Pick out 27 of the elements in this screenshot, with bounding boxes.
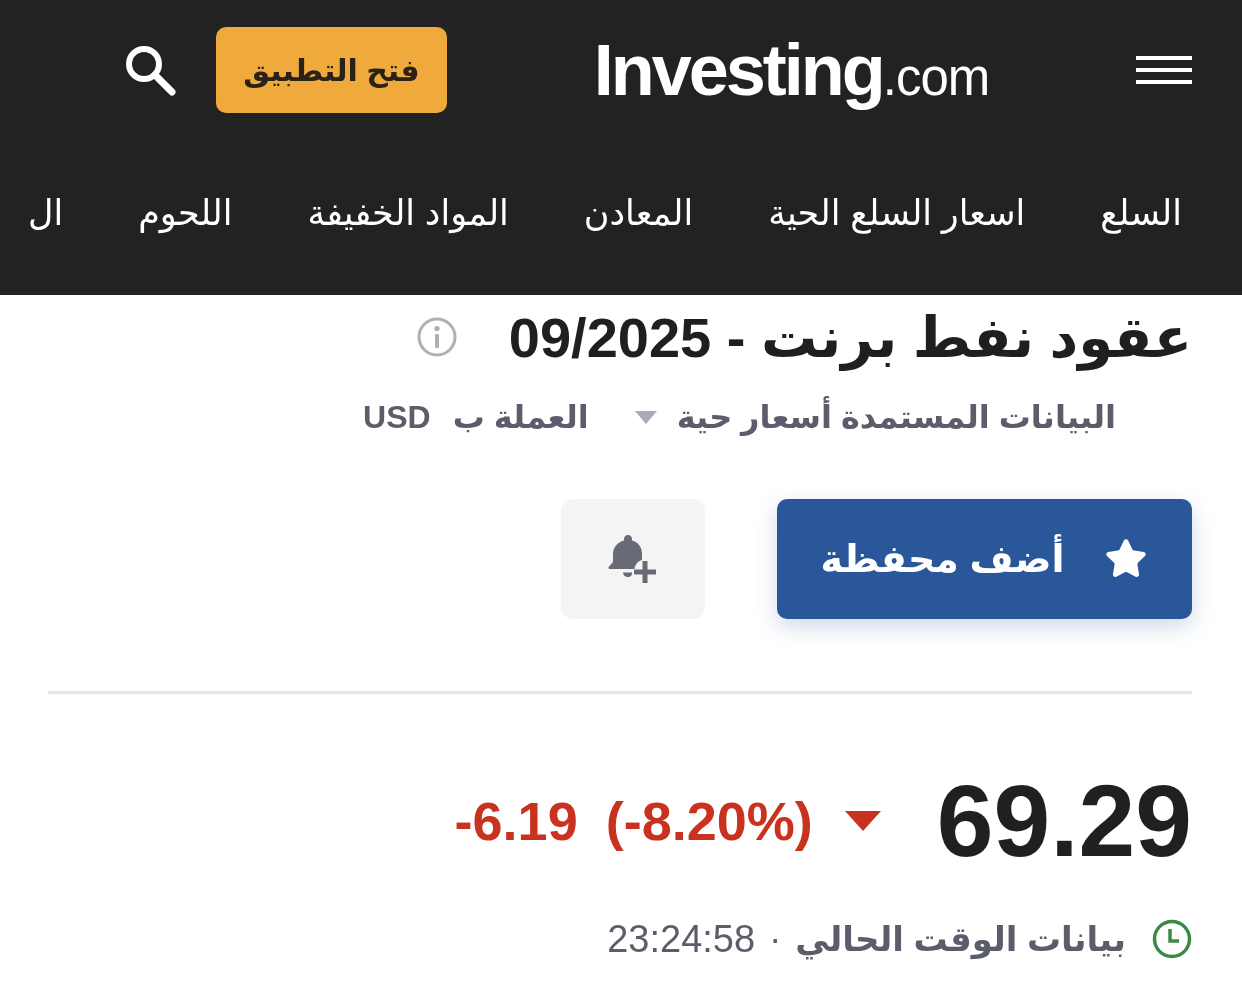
open-app-button[interactable]: فتح التطبيق xyxy=(216,27,447,113)
change-percent: (-8.20%) xyxy=(605,790,813,852)
nav-link[interactable]: ال xyxy=(28,192,64,233)
menu-button[interactable] xyxy=(1136,56,1192,84)
search-icon xyxy=(124,44,176,96)
nav-link[interactable]: اللحوم xyxy=(138,192,233,233)
nav-link[interactable]: اسعار السلع الحية xyxy=(768,192,1026,233)
logo-wordmark: Investing xyxy=(593,29,883,111)
logo-suffix: .com xyxy=(882,48,990,107)
nav-link[interactable]: المعادن xyxy=(583,192,694,233)
currency-value: USD xyxy=(363,398,431,436)
bell-plus-icon xyxy=(608,535,658,583)
separator-dot: · xyxy=(769,918,782,960)
nav-link[interactable]: المواد الخفيفة xyxy=(307,192,509,233)
price-value: 69.29 xyxy=(936,762,1192,880)
page-title: عقود نفط برنت - 09/2025 xyxy=(508,304,1192,370)
currency-label: العملة ب xyxy=(452,398,589,436)
timestamp: 23:24:58 xyxy=(607,917,756,961)
nav-link[interactable]: السلع xyxy=(1100,192,1182,233)
add-alert-button[interactable] xyxy=(561,499,705,619)
data-source-label[interactable]: البيانات المستمدة أسعار حية xyxy=(676,398,1116,436)
change-value: -6.19 xyxy=(454,790,578,852)
menu-icon xyxy=(1136,56,1192,84)
search-button[interactable] xyxy=(124,44,176,96)
add-portfolio-button[interactable]: أضف محفظة xyxy=(777,499,1192,619)
clock-icon xyxy=(1152,919,1192,959)
live-data-label: بيانات الوقت الحالي xyxy=(795,919,1126,959)
